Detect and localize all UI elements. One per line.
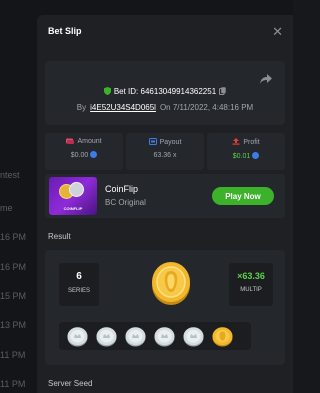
profit-label: Profit	[243, 139, 260, 146]
silver-coin-icon	[125, 326, 146, 346]
game-thumbnail[interactable]: COINFLIP	[49, 177, 97, 215]
game-card: COINFLIP CoinFlip BC Original Play Now	[45, 174, 285, 218]
payout-label: Payout	[159, 139, 182, 146]
stats-row: Amount $0.00 Payout 63.36 x Profit $0.01	[45, 133, 285, 170]
payout-icon	[148, 138, 157, 145]
series-value: 6	[76, 271, 82, 282]
bet-info-card: Bet ID: 64613049914362251 By i4E52U34S4D0…	[45, 61, 285, 125]
on-label: On	[159, 103, 171, 112]
bg-label: 11 PM	[0, 350, 26, 360]
modal-header: Bet Slip ✕	[37, 15, 293, 47]
play-now-button[interactable]: Play Now	[212, 187, 274, 205]
bg-label: 16 PM	[0, 262, 27, 272]
series-box: 6 SERIES	[59, 263, 99, 306]
by-row: By i4E52U34S4D065l On 7/11/2022, 4:48:16 P…	[45, 103, 285, 112]
profit-icon	[232, 138, 240, 145]
payout-value: 63.36 x	[153, 152, 177, 159]
amount-icon	[66, 138, 75, 144]
profit-stat: Profit $0.01	[207, 133, 285, 170]
username-link[interactable]: i4E52U34S4D065l	[90, 103, 156, 112]
gold-coin-icon	[152, 262, 190, 305]
amount-label: Amount	[77, 138, 102, 145]
amount-stat: Amount $0.00	[45, 133, 123, 170]
copy-icon[interactable]	[219, 87, 226, 95]
silver-coin-icon	[69, 182, 84, 197]
bg-label: me	[0, 203, 13, 213]
bg-label: 13 PM	[0, 320, 27, 330]
server-seed-label: Server Seed	[48, 379, 93, 388]
bg-label: 11 PM	[0, 379, 26, 389]
bet-id-value: 64613049914362251	[140, 87, 217, 96]
bet-id-row: Bet ID: 64613049914362251	[45, 87, 285, 96]
series-label: SERIES	[67, 288, 90, 294]
bet-id-label: Bet ID:	[113, 87, 139, 96]
modal-body: Bet ID: 64613049914362251 By i4E52U34S4D0…	[37, 61, 293, 388]
silver-coin-icon	[183, 326, 204, 346]
game-name: CoinFlip	[105, 184, 139, 194]
close-icon[interactable]: ✕	[272, 25, 283, 38]
coin-history	[59, 322, 251, 350]
bet-slip-modal: Bet Slip ✕ Bet ID: 64613049914362251 By i…	[37, 15, 293, 393]
game-subtitle: BC Original	[105, 198, 146, 207]
share-icon[interactable]	[259, 73, 273, 85]
result-card: 6 SERIES ×63.36 MULTIP	[45, 250, 285, 365]
payout-stat: Payout 63.36 x	[126, 133, 204, 170]
bg-label: 15 PM	[0, 291, 27, 301]
silver-coin-icon	[96, 326, 117, 346]
thumbnail-label: COINFLIP	[63, 206, 83, 211]
background-column: ntest me 16 PM 16 PM 15 PM 13 PM 11 PM 1…	[0, 0, 40, 393]
shield-icon	[103, 87, 111, 95]
multiplier-label: MULTIP	[240, 287, 262, 293]
multiplier-box: ×63.36 MULTIP	[229, 263, 273, 306]
bg-label: ntest	[0, 170, 20, 180]
silver-coin-icon	[154, 326, 175, 346]
profit-value: $0.01	[232, 153, 251, 160]
coin-icon	[90, 151, 98, 158]
modal-title: Bet Slip	[48, 26, 82, 36]
bet-datetime: 7/11/2022, 4:48:16 PM	[172, 103, 254, 112]
bg-label: 16 PM	[0, 232, 27, 242]
by-label: By	[76, 103, 87, 112]
result-section-label: Result	[48, 232, 71, 241]
coin-icon	[252, 152, 260, 159]
silver-coin-icon	[67, 326, 88, 346]
multiplier-value: ×63.36	[237, 271, 265, 281]
amount-value: $0.00	[70, 152, 89, 159]
gold-coin-icon	[212, 326, 233, 346]
